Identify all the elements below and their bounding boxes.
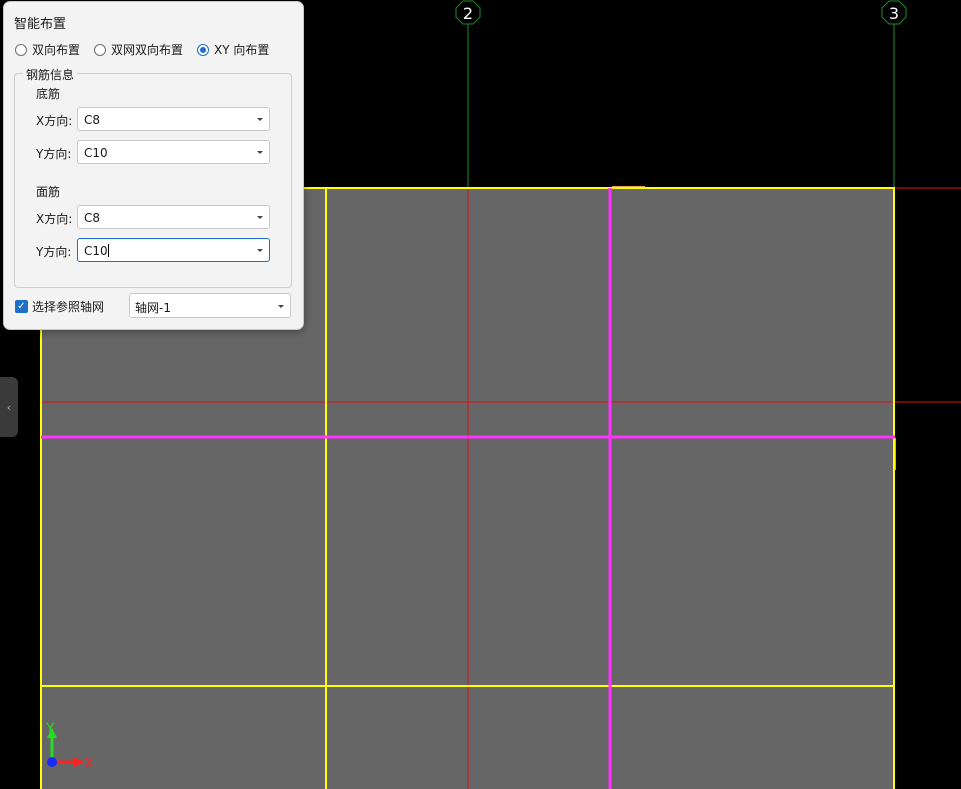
- bottom-y-select[interactable]: C10: [77, 140, 270, 164]
- dropdown-caret-icon[interactable]: [278, 305, 284, 308]
- axis-label-2: 2: [463, 4, 473, 23]
- radio-xy[interactable]: XY 向布置: [197, 41, 269, 58]
- dropdown-caret-icon[interactable]: [257, 216, 263, 219]
- ucs-x-label: X: [84, 756, 94, 772]
- bottom-x-label: X方向:: [36, 114, 73, 128]
- top-x-select[interactable]: C8: [77, 205, 270, 229]
- select-value: C8: [84, 211, 101, 225]
- ref-grid-checkbox[interactable]: ✓ 选择参照轴网: [15, 298, 104, 315]
- chevron-left-icon: ‹: [6, 400, 12, 414]
- bottom-rebar-title: 底筋: [36, 87, 61, 101]
- top-x-label: X方向:: [36, 212, 73, 226]
- select-value: C8: [84, 113, 101, 127]
- checkbox-label: 选择参照轴网: [32, 300, 105, 314]
- ucs-y-label: Y: [45, 721, 55, 737]
- select-value: C10: [84, 244, 108, 258]
- select-value: 轴网-1: [135, 301, 171, 315]
- bottom-y-label: Y方向:: [36, 147, 72, 161]
- radio-bidirectional[interactable]: 双向布置: [15, 41, 80, 58]
- radio-label: 双网双向布置: [111, 43, 184, 57]
- select-value: C10: [84, 146, 108, 160]
- group-legend: 钢筋信息: [23, 66, 78, 83]
- panel-title: 智能布置: [14, 17, 67, 32]
- radio-double-mesh[interactable]: 双网双向布置: [94, 41, 183, 58]
- axis-label-3: 3: [889, 4, 899, 23]
- dropdown-caret-icon[interactable]: [257, 118, 263, 121]
- radio-dot-selected[interactable]: [197, 43, 210, 56]
- top-y-select[interactable]: C10: [77, 238, 270, 262]
- checkbox-checked-icon[interactable]: ✓: [15, 300, 28, 313]
- radio-label: 双向布置: [32, 43, 81, 57]
- radio-dot[interactable]: [94, 43, 107, 56]
- dropdown-caret-icon[interactable]: [257, 249, 263, 252]
- smart-layout-panel: 智能布置 双向布置 双网双向布置 XY 向布置 钢筋信息 底筋 X方向: C8 …: [3, 1, 304, 330]
- rebar-info-group: 钢筋信息 底筋 X方向: C8 Y方向: C10 面筋 X方向: C8 Y方向:…: [14, 66, 292, 288]
- radio-label: XY 向布置: [214, 43, 270, 57]
- ref-grid-select[interactable]: 轴网-1: [129, 293, 291, 318]
- axis-bubble-3: 3: [881, 0, 907, 25]
- radio-dot[interactable]: [15, 43, 27, 56]
- layout-mode-radios: 双向布置 双网双向布置 XY 向布置: [15, 41, 283, 58]
- dropdown-caret-icon[interactable]: [257, 151, 263, 154]
- top-rebar-title: 面筋: [36, 185, 61, 199]
- bottom-x-select[interactable]: C8: [77, 107, 270, 131]
- top-y-label: Y方向:: [36, 245, 72, 259]
- axis-bubble-2: 2: [455, 0, 481, 25]
- text-cursor: [107, 244, 109, 257]
- collapse-panel-handle[interactable]: ‹: [0, 377, 18, 437]
